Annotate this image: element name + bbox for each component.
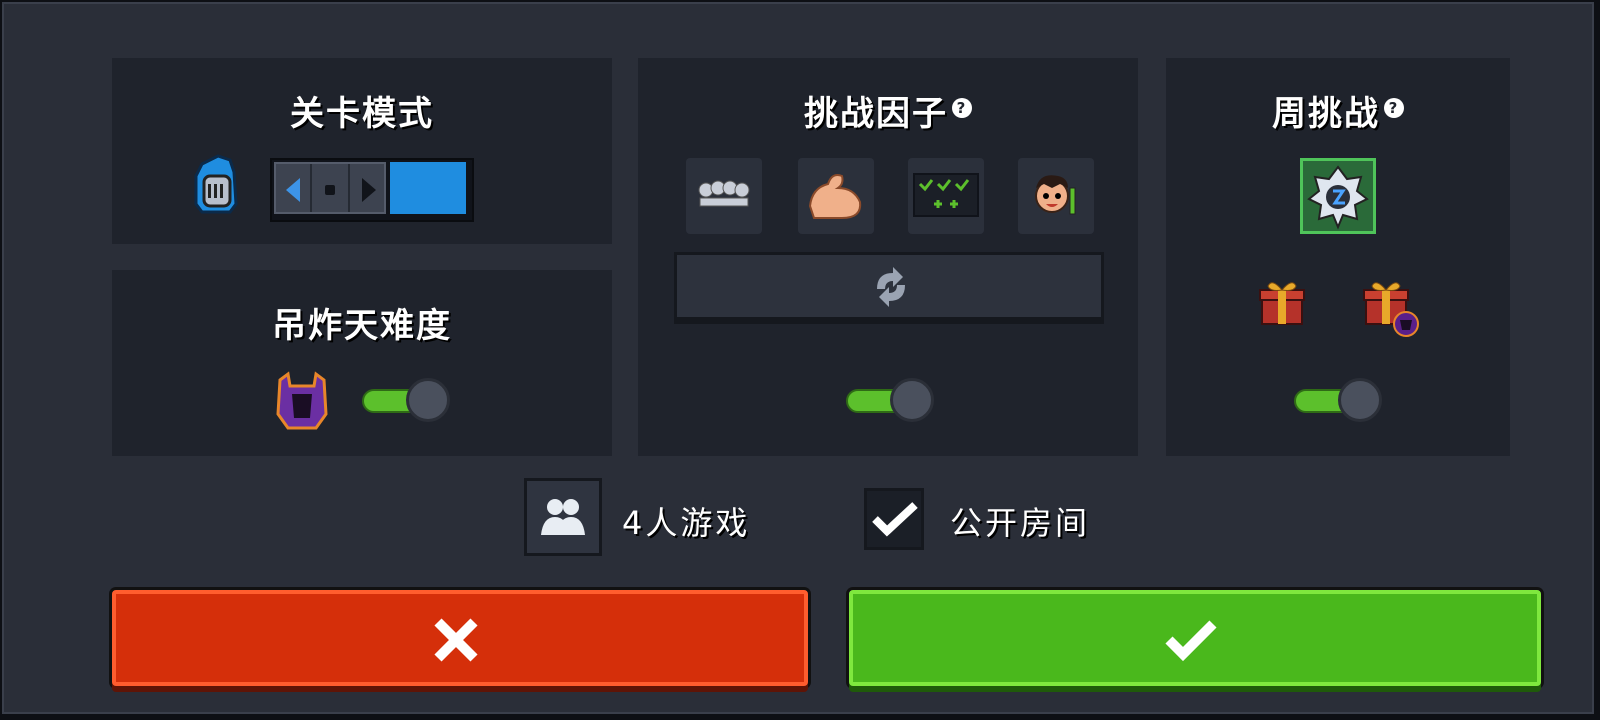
challenge-factors-title: 挑战因子? <box>638 86 1138 135</box>
players-label: 4人游戏 <box>622 504 751 542</box>
muscle-arm-icon <box>808 174 862 219</box>
toggle-knob <box>1338 378 1382 422</box>
weekly-challenge-title-text: 周挑战 <box>1272 94 1380 134</box>
weekly-challenge-panel: 周挑战? <box>1166 58 1510 456</box>
arrow-right-icon[interactable] <box>362 178 376 202</box>
factor-checkmarks[interactable] <box>908 158 984 234</box>
cancel-button[interactable] <box>112 590 808 686</box>
players-icon <box>541 499 585 535</box>
challenge-factors-panel: 挑战因子? <box>638 58 1138 456</box>
mode-selector[interactable] <box>270 158 474 222</box>
separator <box>310 164 312 212</box>
level-mode-title: 关卡模式 <box>290 94 434 134</box>
knight-helmet-icon <box>194 154 238 214</box>
refresh-button[interactable] <box>674 252 1104 324</box>
crazy-face-icon <box>1035 175 1076 215</box>
public-room-checkbox[interactable] <box>864 488 924 550</box>
skull-crowd-icon <box>698 180 750 207</box>
toggle-knob <box>406 378 450 422</box>
gift-icon <box>1259 282 1305 325</box>
factor-skull-crowd[interactable] <box>686 158 762 234</box>
separator <box>348 164 350 212</box>
weekly-challenge-toggle[interactable] <box>1294 378 1384 422</box>
arrow-left-icon[interactable] <box>286 178 300 202</box>
challenge-factors-title-text: 挑战因子 <box>804 94 948 134</box>
help-icon[interactable]: ? <box>952 97 972 118</box>
dot-icon <box>325 185 335 195</box>
close-icon <box>434 618 478 662</box>
difficulty-toggle[interactable] <box>362 378 452 422</box>
demon-helmet-icon <box>276 371 328 430</box>
help-icon[interactable]: ? <box>1384 97 1404 118</box>
refresh-icon <box>877 267 905 307</box>
difficulty-title: 吊炸天难度 <box>272 306 452 346</box>
weekly-emblem-button[interactable] <box>1300 158 1376 234</box>
dialog-frame: 关卡模式 吊炸天难度 挑战因子 ? 周挑战 ? 4人游戏 公开房间 <box>2 2 1594 714</box>
public-room-label: 公开房间 <box>950 504 1091 542</box>
challenge-factors-toggle[interactable] <box>846 378 936 422</box>
difficulty-panel: 吊炸天难度 <box>112 270 612 456</box>
factor-crazy-face[interactable] <box>1018 158 1094 234</box>
gift-demon-icon <box>1363 282 1419 337</box>
weekly-emblem-icon <box>1307 165 1369 230</box>
factor-muscle-arm[interactable] <box>798 158 874 234</box>
players-button[interactable] <box>524 478 602 556</box>
check-icon <box>872 502 918 537</box>
check-icon <box>1165 620 1217 662</box>
weekly-challenge-title: 周挑战? <box>1166 86 1510 135</box>
confirm-button[interactable] <box>849 590 1541 686</box>
mode-selector-controls <box>274 162 386 214</box>
mode-selector-fill <box>390 162 466 214</box>
level-mode-panel: 关卡模式 <box>112 58 612 244</box>
checkmarks-plus-icon <box>913 173 979 217</box>
toggle-knob <box>890 378 934 422</box>
